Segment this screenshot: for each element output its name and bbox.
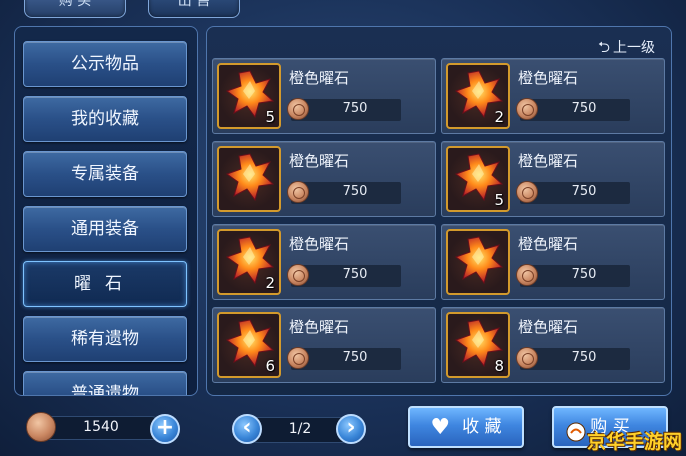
item-price-bar: 750 <box>287 98 401 121</box>
sidebar-item-favorites[interactable]: 我的收藏 <box>23 96 187 142</box>
tab-sell[interactable]: 出 售 <box>148 0 240 18</box>
item-card[interactable]: 5 橙色曜石 750 <box>441 141 665 217</box>
item-icon-frame <box>446 229 510 295</box>
item-price: 750 <box>342 267 368 282</box>
copper-coin-icon <box>26 412 56 442</box>
item-price: 750 <box>342 184 368 199</box>
item-price: 750 <box>571 350 597 365</box>
sidebar-item-public[interactable]: 公示物品 <box>23 41 187 87</box>
favorite-button[interactable]: ♥ 收 藏 <box>408 406 524 448</box>
watermark-text: 京华手游网 <box>586 431 682 453</box>
item-price: 750 <box>342 350 368 365</box>
add-currency-button[interactable]: + <box>150 414 180 444</box>
item-price-bar: 750 <box>516 181 630 204</box>
item-icon-frame: 6 <box>217 312 281 378</box>
item-icon-frame: 2 <box>446 63 510 129</box>
item-price: 750 <box>571 184 597 199</box>
next-page-button[interactable]: › <box>336 414 366 444</box>
sidebar-item-rare-relics[interactable]: 稀有遗物 <box>23 316 187 362</box>
heart-icon: ♥ <box>430 415 451 440</box>
item-count: 8 <box>494 357 504 375</box>
item-card[interactable]: 8 橙色曜石 750 <box>441 307 665 383</box>
item-price-bar: 750 <box>287 264 401 287</box>
item-count: 2 <box>494 108 504 126</box>
item-count: 5 <box>494 191 504 209</box>
item-icon-frame: 5 <box>217 63 281 129</box>
item-count: 2 <box>265 274 275 292</box>
item-name: 橙色曜石 <box>518 152 579 170</box>
orange-obsidian-gem-icon <box>225 153 275 202</box>
tab-buy[interactable]: 购 买 <box>24 0 126 18</box>
item-card[interactable]: 橙色曜石 750 <box>441 224 665 300</box>
item-name: 橙色曜石 <box>289 318 350 336</box>
prev-page-button[interactable]: ‹ <box>232 414 262 444</box>
item-price: 750 <box>571 101 597 116</box>
item-name: 橙色曜石 <box>518 69 579 87</box>
favorite-label: 收 藏 <box>462 417 502 437</box>
item-card[interactable]: 6 橙色曜石 750 <box>212 307 436 383</box>
back-arrow-icon: ⮌ <box>597 38 610 56</box>
sidebar-item-exclusive-equipment[interactable]: 专属装备 <box>23 151 187 197</box>
item-price: 750 <box>571 267 597 282</box>
item-name: 橙色曜石 <box>518 235 579 253</box>
item-count: 5 <box>265 108 275 126</box>
back-label: 上一级 <box>613 40 655 56</box>
item-icon-frame: 2 <box>217 229 281 295</box>
item-name: 橙色曜石 <box>289 235 350 253</box>
item-card[interactable]: 2 橙色曜石 750 <box>212 224 436 300</box>
item-price-bar: 750 <box>516 264 630 287</box>
item-price: 750 <box>342 101 368 116</box>
item-name: 橙色曜石 <box>518 318 579 336</box>
currency-amount: 1540 <box>83 419 119 435</box>
item-price-bar: 750 <box>516 98 630 121</box>
item-price-bar: 750 <box>287 181 401 204</box>
item-price-bar: 750 <box>287 347 401 370</box>
item-name: 橙色曜石 <box>289 69 350 87</box>
category-sidebar[interactable]: 公示物品 我的收藏 专属装备 通用装备 曜石 稀有遗物 普通遗物 <box>14 26 198 396</box>
item-name: 橙色曜石 <box>289 152 350 170</box>
item-card[interactable]: 2 橙色曜石 750 <box>441 58 665 134</box>
orange-obsidian-gem-icon <box>454 236 504 285</box>
item-icon-frame: 5 <box>446 146 510 212</box>
currency-bar: 1540 <box>40 416 162 440</box>
item-icon-frame: 8 <box>446 312 510 378</box>
sidebar-item-obsidian[interactable]: 曜石 <box>23 261 187 307</box>
sidebar-item-common-relics[interactable]: 普通遗物 <box>23 371 187 395</box>
pager: 1/2 ‹ › <box>232 413 366 445</box>
watermark-logo-icon <box>566 422 586 442</box>
item-price-bar: 750 <box>516 347 630 370</box>
sidebar-item-general-equipment[interactable]: 通用装备 <box>23 206 187 252</box>
item-card[interactable]: 5 橙色曜石 750 <box>212 58 436 134</box>
item-count: 6 <box>265 357 275 375</box>
item-icon-frame <box>217 146 281 212</box>
item-card[interactable]: 橙色曜石 750 <box>212 141 436 217</box>
